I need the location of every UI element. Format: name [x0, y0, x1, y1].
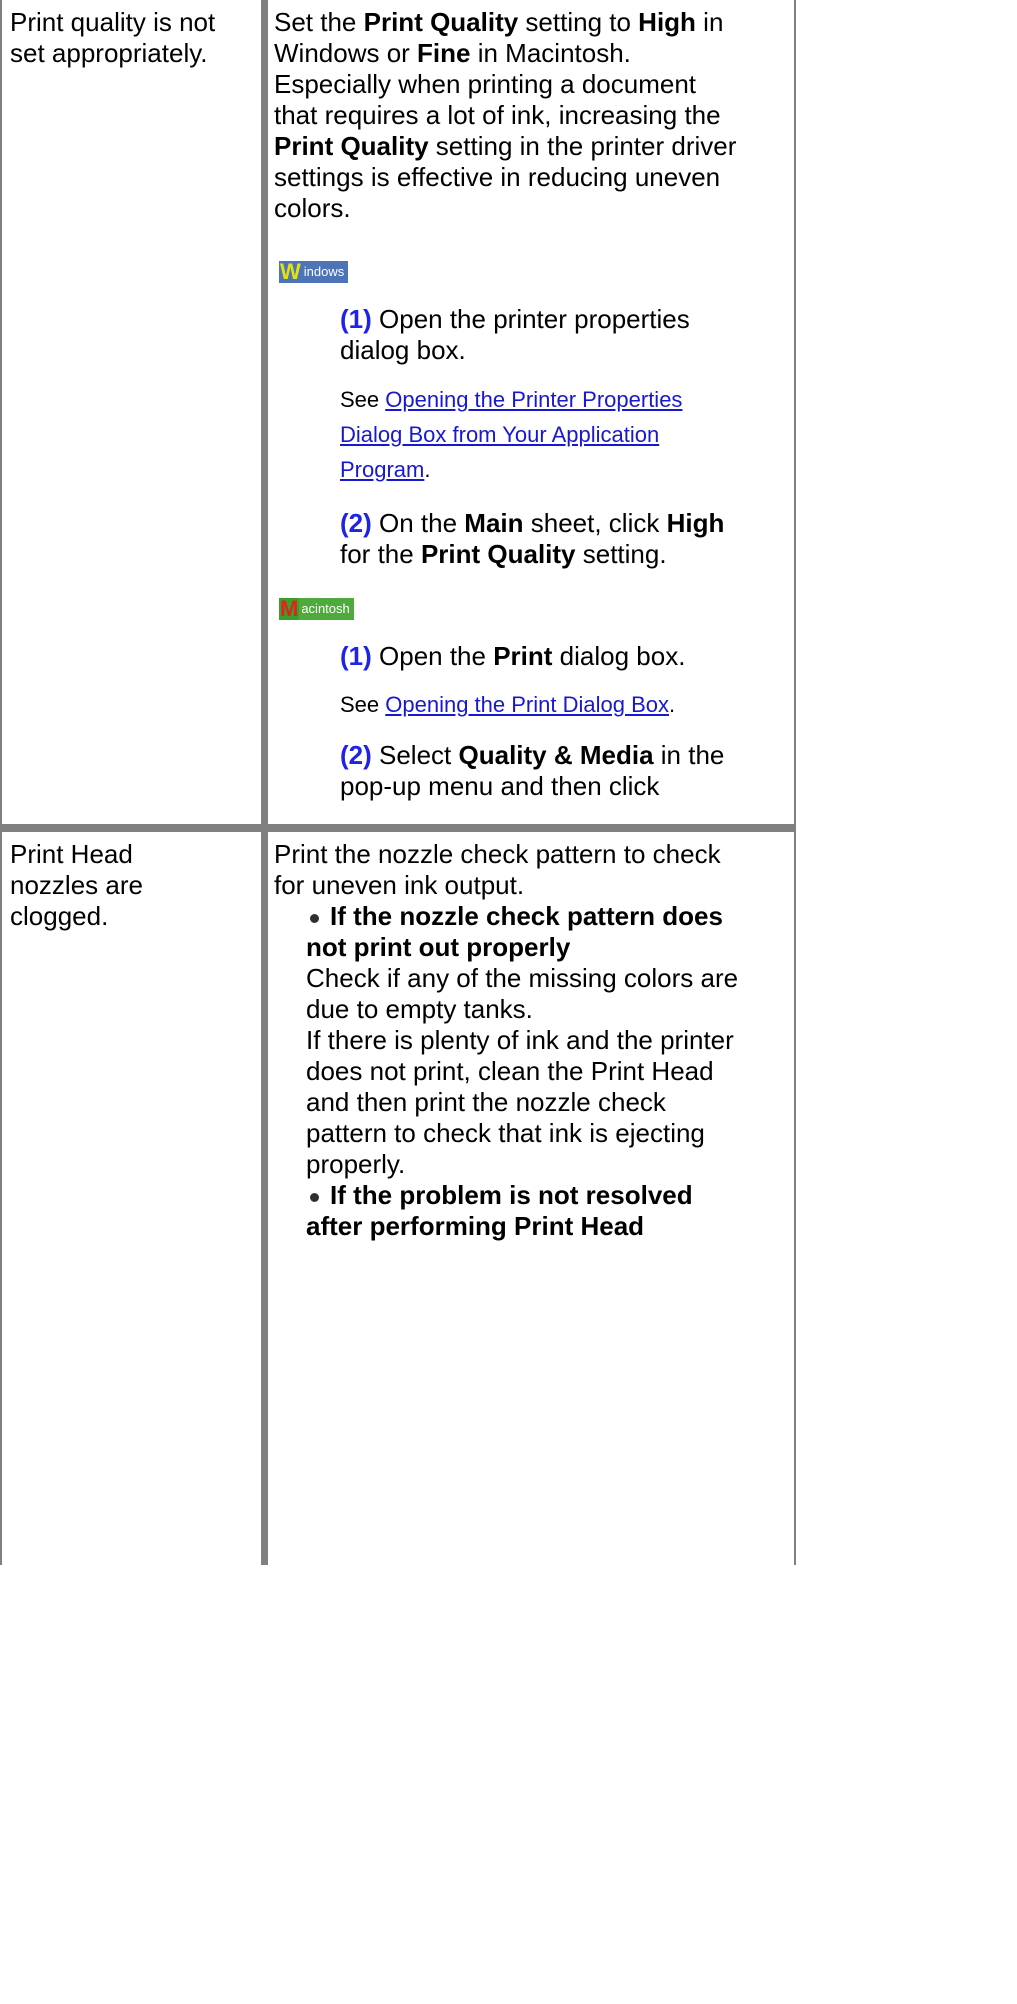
remedy-line: that requires a lot of ink, increasing t…: [274, 100, 721, 130]
cause-line: Print Head: [10, 839, 133, 869]
cause-cell: Print quality is not set appropriately.: [2, 0, 261, 824]
bullet-heading-cont: after performing Print Head: [306, 1211, 645, 1241]
windows-step-1-cont: dialog box.: [340, 335, 466, 365]
windows-step-1: (1) Open the printer properties: [340, 304, 690, 334]
bullet-text: Check if any of the missing colors are: [306, 963, 739, 993]
cause-line: set appropriately.: [10, 38, 208, 68]
mac-step-2: (2) Select Quality & Media in the: [340, 740, 725, 770]
see-reference-cont: Dialog Box from Your Application: [340, 418, 659, 451]
bullet-heading: If the nozzle check pattern does: [330, 901, 723, 931]
mac-step-1: (1) Open the Print dialog box.: [340, 641, 686, 671]
bullet-text: If there is plenty of ink and the printe…: [306, 1025, 734, 1055]
bullet-text: does not print, clean the Print Head: [306, 1056, 714, 1086]
remedy-line: Print Quality setting in the printer dri…: [274, 131, 737, 161]
print-dialog-link[interactable]: Opening the Print Dialog Box: [385, 692, 669, 717]
bullet-text: due to empty tanks.: [306, 994, 533, 1024]
mac-step-2-cont: pop-up menu and then click: [340, 771, 660, 801]
cause-cell: Print Head nozzles are clogged.: [2, 832, 261, 1565]
remedy-line: for uneven ink output.: [274, 870, 525, 900]
cause-line: clogged.: [10, 901, 109, 931]
printer-properties-link[interactable]: Program: [340, 457, 424, 482]
remedy-line: colors.: [274, 193, 351, 223]
macintosh-logo: Macintosh: [279, 598, 354, 620]
remedy-line: Especially when printing a document: [274, 69, 697, 99]
cause-line: Print quality is not: [10, 7, 216, 37]
bullet-text: pattern to check that ink is ejecting: [306, 1118, 705, 1148]
remedy-line: Print the nozzle check pattern to check: [274, 839, 721, 869]
bullet-heading: If the problem is not resolved: [330, 1180, 693, 1210]
remedy-cell: Set the Print Quality setting to High in…: [268, 0, 794, 824]
windows-step-2-cont: for the Print Quality setting.: [340, 539, 667, 569]
bullet-icon: [310, 1193, 319, 1202]
troubleshooting-table: Print quality is not set appropriately. …: [0, 0, 796, 1565]
printer-properties-link[interactable]: Dialog Box from Your Application: [340, 422, 659, 447]
windows-step-2: (2) On the Main sheet, click High: [340, 508, 725, 538]
remedy-cell: Print the nozzle check pattern to check …: [268, 832, 794, 1565]
see-reference: See Opening the Printer Properties: [340, 387, 683, 412]
remedy-line: Set the Print Quality setting to High in: [274, 7, 724, 37]
bullet-icon: [310, 914, 319, 923]
remedy-line: settings is effective in reducing uneven: [274, 162, 721, 192]
see-reference-cont: Program.: [340, 457, 431, 482]
cause-line: nozzles are: [10, 870, 143, 900]
bullet-text: and then print the nozzle check: [306, 1087, 666, 1117]
see-reference: See Opening the Print Dialog Box.: [340, 692, 676, 717]
bullet-heading-cont: not print out properly: [306, 932, 571, 962]
windows-logo: Windows: [279, 261, 349, 283]
bullet-text: properly.: [306, 1149, 406, 1179]
printer-properties-link[interactable]: Opening the Printer Properties: [385, 387, 682, 412]
remedy-line: Windows or Fine in Macintosh.: [274, 38, 631, 68]
